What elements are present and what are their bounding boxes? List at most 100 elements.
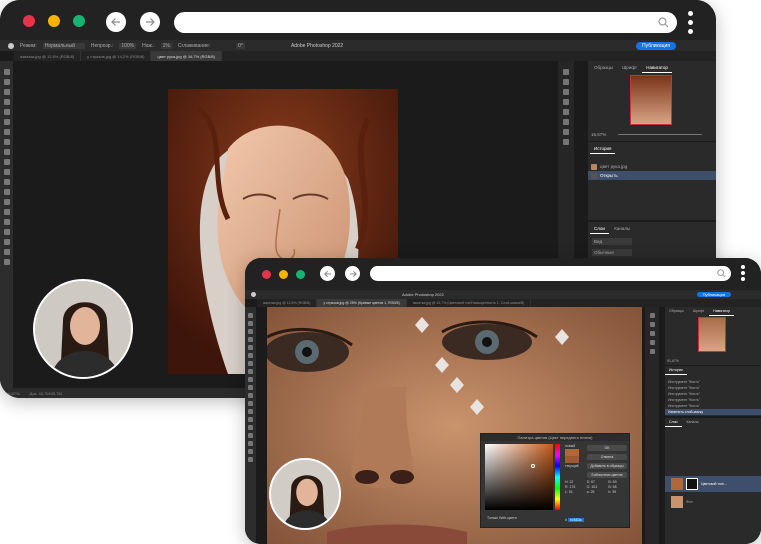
close-window-button[interactable] [262,270,271,279]
minimize-window-button[interactable] [48,15,60,27]
blur-icon[interactable] [248,409,253,414]
layer-row-background[interactable]: Фон [665,494,761,510]
angle-input[interactable]: 0° [236,42,245,49]
eraser-icon[interactable] [248,393,253,398]
cancel-button[interactable]: Отмена [587,454,627,460]
properties-panel-icon[interactable] [563,79,569,85]
mode-select[interactable]: Нормальный [42,42,85,49]
web-colors-only-checkbox[interactable]: Только Web-цвета [487,516,517,520]
history-snapshot[interactable]: цвет рука.jpg [588,162,716,171]
more-vertical-icon[interactable] [741,265,747,283]
tab-type[interactable]: Шрифт [689,307,709,315]
value-field[interactable]: R: 176 [565,485,584,489]
close-window-button[interactable] [23,15,35,27]
address-bar[interactable] [174,12,677,33]
tab-channels[interactable]: Каналы [610,224,634,233]
eyedropper-icon[interactable] [3,119,10,125]
pen-tool-icon[interactable] [3,209,10,215]
history-step[interactable]: Открыть [588,171,716,180]
forward-button[interactable] [345,266,360,281]
address-bar[interactable] [370,266,731,281]
value-field[interactable]: S: 67 [587,480,606,484]
tab-navigator[interactable]: Навигатор [642,63,672,73]
healing-brush-icon[interactable] [248,361,253,366]
maximize-window-button[interactable] [73,15,85,27]
maximize-window-button[interactable] [296,270,305,279]
hue-slider[interactable] [555,444,560,510]
value-field[interactable]: H: 22 [565,480,584,484]
value-field[interactable]: G: 104 [587,485,606,489]
clone-stamp-icon[interactable] [3,149,10,155]
shape-tool-icon[interactable] [248,441,253,446]
blend-mode-select[interactable]: Обычные [592,249,632,256]
tab-layers[interactable]: Слои [665,418,682,427]
hand-tool-icon[interactable] [248,449,253,454]
crop-tool-icon[interactable] [248,345,253,350]
eraser-icon[interactable] [3,169,10,175]
adjustments-panel-icon[interactable] [649,331,655,336]
ok-button[interactable]: OK [587,445,627,451]
tab-swatches[interactable]: Образцы [665,307,688,315]
add-to-swatches-button[interactable]: Добавить в образцы [587,463,627,469]
clone-stamp-icon[interactable] [248,377,253,382]
back-button[interactable] [106,12,126,32]
swatches-panel-icon[interactable] [649,349,655,354]
value-field[interactable]: B: 58 [608,485,627,489]
libraries-panel-icon[interactable] [563,99,569,105]
tab-channels[interactable]: Каналы [683,418,703,426]
brush-tool-icon[interactable] [251,292,256,297]
doc-tab[interactable]: у стразов.jpg @ 14,2% (RGB/8) [81,51,152,61]
dodge-icon[interactable] [248,417,253,422]
blur-icon[interactable] [3,189,10,195]
current-color-swatch[interactable] [565,456,579,463]
dodge-icon[interactable] [3,199,10,205]
zoom-tool-icon[interactable] [248,457,253,462]
info-panel-icon[interactable] [563,139,569,145]
tab-layers[interactable]: Слои [590,224,609,234]
value-field[interactable]: b: 39 [608,490,627,494]
move-tool-icon[interactable] [248,313,253,318]
forward-button[interactable] [140,12,160,32]
properties-panel-icon[interactable] [649,322,655,327]
layer-row-adjustment[interactable]: Цветовой тон/... [665,476,761,492]
swatches-panel-icon[interactable] [563,109,569,115]
color-libraries-button[interactable]: Библиотеки цветов [587,472,627,478]
brushes-panel-icon[interactable] [563,129,569,135]
zoom-tool-icon[interactable] [3,259,10,265]
lasso-tool-icon[interactable] [248,329,253,334]
type-tool-icon[interactable] [3,219,10,225]
color-panel-icon[interactable] [563,119,569,125]
navigator-thumbnail[interactable] [630,75,672,125]
share-button[interactable]: Публикация [696,292,731,297]
move-tool-icon[interactable] [3,69,10,75]
navigator-zoom-value[interactable]: 16,67% [591,132,606,137]
hand-tool-icon[interactable] [3,249,10,255]
path-select-icon[interactable] [3,229,10,235]
eyedropper-icon[interactable] [248,353,253,358]
lasso-tool-icon[interactable] [3,89,10,95]
color-field[interactable] [485,444,553,510]
type-tool-icon[interactable] [248,433,253,438]
doc-tab[interactable]: азиатка.jpg @ 16,7% (Цветовой тон/Насыще… [407,299,532,307]
navigator-thumbnail[interactable] [698,317,726,352]
libraries-panel-icon[interactable] [649,340,655,345]
back-button[interactable] [320,266,335,281]
value-field[interactable]: L: 51 [565,490,584,494]
crop-tool-icon[interactable] [3,109,10,115]
value-field[interactable]: B: 69 [608,480,627,484]
opacity-input[interactable]: 100% [119,42,137,49]
history-brush-icon[interactable] [248,385,253,390]
zoom-slider[interactable] [618,134,702,135]
value-field[interactable]: a: 25 [587,490,606,494]
adjustments-panel-icon[interactable] [563,89,569,95]
doc-tab[interactable]: азиатка.jpg @ 12,5% (RGB/8) [14,51,82,61]
history-brush-icon[interactable] [3,159,10,165]
healing-brush-icon[interactable] [3,129,10,135]
gradient-icon[interactable] [248,401,253,406]
doc-tab[interactable]: азиатка.jpg @ 12,5% (RGB/8) [257,299,318,307]
history-panel-icon[interactable] [649,313,655,318]
history-step-selected[interactable]: Изменить слой-маску [665,409,761,415]
tab-type[interactable]: Шрифт [618,63,641,72]
more-vertical-icon[interactable] [688,11,694,38]
doc-tab-active[interactable]: цвет рука.jpg @ 16,7% (RGB/8) [151,51,222,61]
